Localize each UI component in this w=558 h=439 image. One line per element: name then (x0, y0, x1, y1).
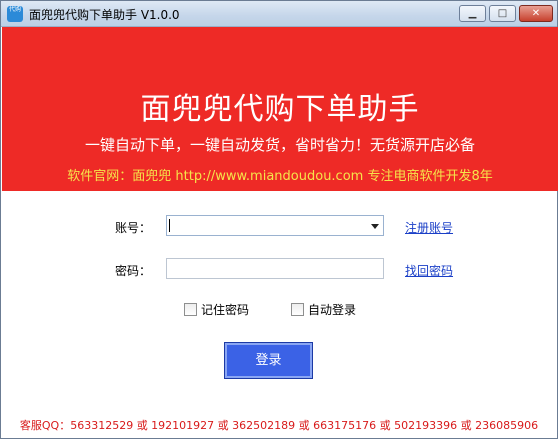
maximize-icon: □ (497, 8, 508, 19)
window-title: 面兜兜代购下单助手 V1.0.0 (29, 8, 180, 22)
auto-login-label: 自动登录 (308, 303, 357, 317)
account-label: 账号： (115, 221, 152, 235)
checkbox-box[interactable] (291, 303, 304, 316)
customer-service-qq: 客服QQ：563312529 或 192101927 或 362502189 或… (19, 419, 539, 432)
maximize-button[interactable]: □ (489, 5, 516, 22)
recover-password-link[interactable]: 找回密码 (405, 262, 453, 279)
remember-password-checkbox[interactable]: 记住密码 (184, 301, 249, 318)
dropdown-arrow-icon[interactable] (371, 224, 379, 229)
remember-password-label: 记住密码 (201, 303, 250, 317)
auto-login-checkbox[interactable]: 自动登录 (291, 301, 356, 318)
text-caret (169, 219, 170, 232)
register-link[interactable]: 注册账号 (405, 219, 453, 236)
banner-title: 面兜兜代购下单助手 (140, 92, 420, 127)
header-banner: 面兜兜代购下单助手 一键自动下单，一键自动发货，省时省力！无货源开店必备 软件官… (2, 27, 558, 191)
banner-website: 软件官网：面兜兜 http://www.miandoudou.com 专注电商软… (67, 169, 493, 184)
minimize-icon: ▁ (468, 8, 477, 19)
app-window: 代购 面兜兜代购下单助手 V1.0.0 ▁ □ ✕ 面兜兜代购下单助手 一键自动… (0, 0, 558, 439)
checkbox-box[interactable] (184, 303, 197, 316)
password-label: 密码： (115, 264, 152, 278)
minimize-button[interactable]: ▁ (459, 5, 486, 22)
close-icon: ✕ (531, 8, 541, 19)
app-icon: 代购 (7, 6, 23, 22)
title-bar[interactable]: 代购 面兜兜代购下单助手 V1.0.0 ▁ □ ✕ (1, 1, 557, 27)
close-button[interactable]: ✕ (519, 5, 553, 22)
login-button[interactable]: 登录 (224, 342, 313, 379)
account-combobox[interactable] (166, 215, 384, 236)
password-input[interactable] (166, 258, 384, 279)
banner-slogan: 一键自动下单，一键自动发货，省时省力！无货源开店必备 (84, 136, 475, 154)
